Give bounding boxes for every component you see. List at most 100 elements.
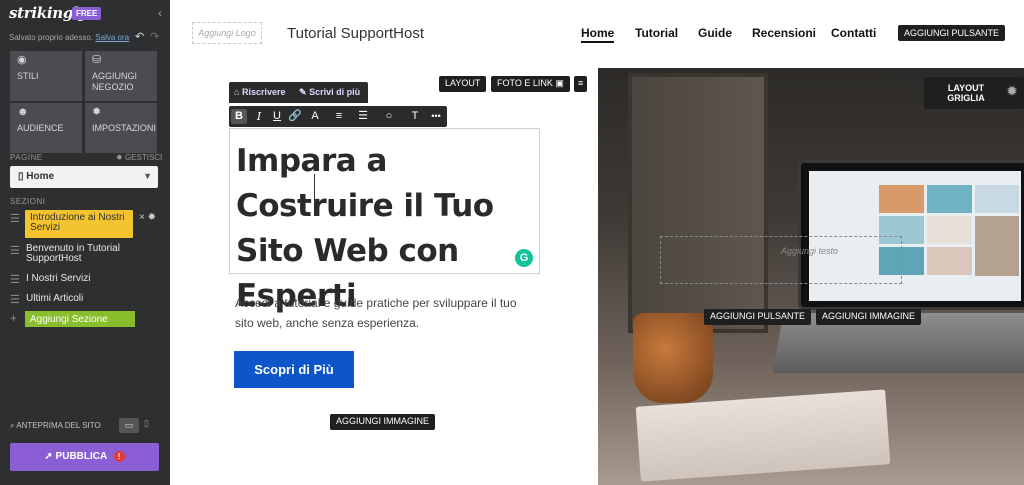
grammarly-icon[interactable]: G bbox=[515, 249, 533, 267]
text-size-icon[interactable]: A bbox=[307, 109, 323, 124]
hero-subtitle[interactable]: Accedi a tutorial e guide pratiche per s… bbox=[235, 293, 535, 333]
section-settings-icon[interactable]: ✹ bbox=[148, 212, 156, 223]
grid-settings-icon[interactable]: ✹ bbox=[1007, 85, 1017, 97]
styles-label: STILI bbox=[17, 71, 39, 81]
desktop-preview-icon[interactable]: ▭ bbox=[119, 418, 139, 433]
magic-wand-icon: ✎ bbox=[299, 87, 307, 97]
align-icon[interactable]: ≡ bbox=[331, 109, 347, 124]
rocket-icon: ➚ bbox=[44, 451, 53, 462]
save-status: Salvato proprio adesso. Salva ora bbox=[9, 33, 129, 42]
list-icon[interactable]: ☰ bbox=[355, 109, 371, 124]
hero-headline[interactable]: Impara a Costruire il Tuo Sito Web con E… bbox=[236, 139, 536, 319]
add-button-overlay[interactable]: AGGIUNGI PULSANTE bbox=[704, 309, 812, 325]
settings-tile[interactable]: ✹ IMPOSTAZIONI bbox=[85, 103, 157, 153]
audience-label: AUDIENCE bbox=[17, 123, 64, 133]
sections-label: SEZIONI bbox=[10, 197, 46, 206]
text-style-icon[interactable]: T bbox=[407, 109, 423, 124]
publish-label: PUBBLICA bbox=[55, 451, 107, 462]
photo-link-button[interactable]: FOTO E LINK ▣ bbox=[491, 76, 570, 92]
layout-grid-button[interactable]: LAYOUT GRIGLIA ✹ bbox=[924, 77, 1024, 109]
plus-icon: + bbox=[10, 311, 18, 325]
warning-icon: ! bbox=[113, 450, 125, 462]
section-item-articles[interactable]: Ultimi Articoli bbox=[26, 294, 134, 304]
site-title[interactable]: Tutorial SupportHost bbox=[287, 25, 424, 42]
more-options-icon[interactable]: ••• bbox=[427, 109, 445, 124]
add-section-button[interactable]: Aggiungi Sezione bbox=[25, 311, 135, 327]
ai-toolbar: ⌂ Riscrivere ✎ Scrivi di più bbox=[229, 82, 368, 103]
laptop-screen bbox=[798, 160, 1024, 310]
current-page: Home bbox=[26, 171, 55, 182]
drag-handle-icon[interactable]: ☰ bbox=[10, 212, 20, 225]
manage-label: GESTISCI bbox=[124, 153, 163, 162]
palette-icon: ◉ bbox=[17, 54, 27, 66]
ai-write-more-button[interactable]: ✎ Scrivi di più bbox=[299, 87, 360, 98]
add-store-tile[interactable]: ⛁ AGGIUNGI NEGOZIO bbox=[85, 51, 157, 101]
robot-icon: ⌂ bbox=[234, 87, 240, 97]
search-icon: ⌕ bbox=[10, 421, 15, 430]
pages-label: PAGINE bbox=[10, 153, 43, 162]
nav-item-contacts[interactable]: Contatti bbox=[831, 26, 876, 40]
audience-tile[interactable]: ☻ AUDIENCE bbox=[10, 103, 82, 153]
people-icon: ☻ bbox=[17, 106, 29, 118]
underline-button[interactable]: U bbox=[269, 109, 285, 124]
add-logo-placeholder[interactable]: Aggiungi Logo bbox=[192, 22, 262, 44]
add-text-placeholder[interactable]: Aggiungi testo bbox=[660, 236, 902, 284]
add-image-overlay[interactable]: AGGIUNGI IMMAGINE bbox=[816, 309, 922, 325]
section-item-welcome[interactable]: Benvenuto in Tutorial SupportHost bbox=[26, 244, 134, 264]
more-menu-icon[interactable]: ≡ bbox=[574, 76, 588, 92]
ai-write-more-label: Scrivi di più bbox=[309, 87, 361, 97]
preview-label-text: ANTEPRIMA DEL SITO bbox=[16, 421, 101, 430]
drag-handle-icon[interactable]: ☰ bbox=[10, 244, 20, 257]
nav-item-tutorial[interactable]: Tutorial bbox=[635, 26, 678, 40]
saved-text: Salvato proprio adesso. bbox=[9, 33, 94, 42]
editor-sidebar: strikingly FREE ‹ Salvato proprio adesso… bbox=[0, 0, 170, 485]
section-tools: × ✹ bbox=[139, 212, 156, 223]
layout-grid-label: LAYOUT GRIGLIA bbox=[947, 83, 985, 103]
manage-pages-button[interactable]: ✹ GESTISCI bbox=[116, 153, 162, 162]
redo-icon[interactable]: ↷ bbox=[150, 30, 159, 43]
gear-icon: ✹ bbox=[92, 106, 102, 118]
undo-icon[interactable]: ↶ bbox=[135, 30, 144, 43]
section-item-services[interactable]: I Nostri Servizi bbox=[26, 274, 134, 284]
add-store-label: AGGIUNGI NEGOZIO bbox=[92, 71, 138, 92]
site-navbar: Aggiungi Logo Tutorial SupportHost Home … bbox=[170, 0, 1024, 68]
site-canvas: Aggiungi Logo Tutorial SupportHost Home … bbox=[170, 0, 1024, 485]
store-icon: ⛁ bbox=[92, 54, 102, 66]
drag-handle-icon[interactable]: ☰ bbox=[10, 293, 20, 306]
page-selector[interactable]: ▯ Home ▼ bbox=[10, 166, 158, 188]
ai-rewrite-label: Riscrivere bbox=[241, 87, 286, 97]
link-icon[interactable]: 🔗 bbox=[287, 109, 303, 124]
styles-tile[interactable]: ◉ STILI bbox=[10, 51, 82, 101]
nav-item-reviews[interactable]: Recensioni bbox=[752, 26, 816, 40]
delete-section-icon[interactable]: × bbox=[139, 212, 145, 223]
format-toolbar: B I U 🔗 A ≡ ☰ ○ T ••• bbox=[229, 106, 447, 127]
nav-item-guide[interactable]: Guide bbox=[698, 26, 732, 40]
settings-label: IMPOSTAZIONI bbox=[92, 123, 156, 133]
mobile-preview-icon[interactable]: ▯ bbox=[144, 418, 149, 429]
collapse-sidebar-icon[interactable]: ‹ bbox=[158, 6, 162, 20]
nav-item-home[interactable]: Home bbox=[581, 26, 615, 43]
publish-button[interactable]: ➚ PUBBLICA ! bbox=[10, 443, 159, 471]
site-preview-label: ⌕ ANTEPRIMA DEL SITO bbox=[10, 421, 101, 431]
bold-button[interactable]: B bbox=[231, 109, 247, 124]
save-now-link[interactable]: Salva ora bbox=[95, 33, 129, 42]
add-button-nav[interactable]: AGGIUNGI PULSANTE bbox=[898, 25, 1006, 41]
section-item-intro[interactable]: Introduzione ai Nostri Servizi bbox=[25, 210, 133, 238]
hero-image[interactable]: Aggiungi testo bbox=[598, 68, 1024, 485]
chevron-down-icon: ▼ bbox=[143, 171, 152, 181]
copper-mug bbox=[633, 313, 713, 403]
drag-handle-icon[interactable]: ☰ bbox=[10, 273, 20, 286]
headline-editor[interactable]: Impara a Costruire il Tuo Sito Web con E… bbox=[229, 128, 540, 314]
door-shape bbox=[628, 73, 768, 333]
photo-link-label: FOTO E LINK bbox=[497, 78, 553, 88]
discover-more-button[interactable]: Scopri di Più bbox=[234, 351, 354, 388]
color-circle-icon[interactable]: ○ bbox=[381, 109, 397, 124]
ai-rewrite-button[interactable]: ⌂ Riscrivere bbox=[234, 87, 286, 97]
layout-button[interactable]: LAYOUT bbox=[439, 76, 487, 92]
manage-gear-icon: ✹ bbox=[116, 153, 123, 162]
page-file-icon: ▯ bbox=[18, 171, 24, 182]
free-badge: FREE bbox=[72, 7, 102, 20]
book bbox=[635, 389, 891, 482]
add-image-bottom[interactable]: AGGIUNGI IMMAGINE bbox=[330, 414, 436, 430]
italic-button[interactable]: I bbox=[251, 109, 267, 124]
